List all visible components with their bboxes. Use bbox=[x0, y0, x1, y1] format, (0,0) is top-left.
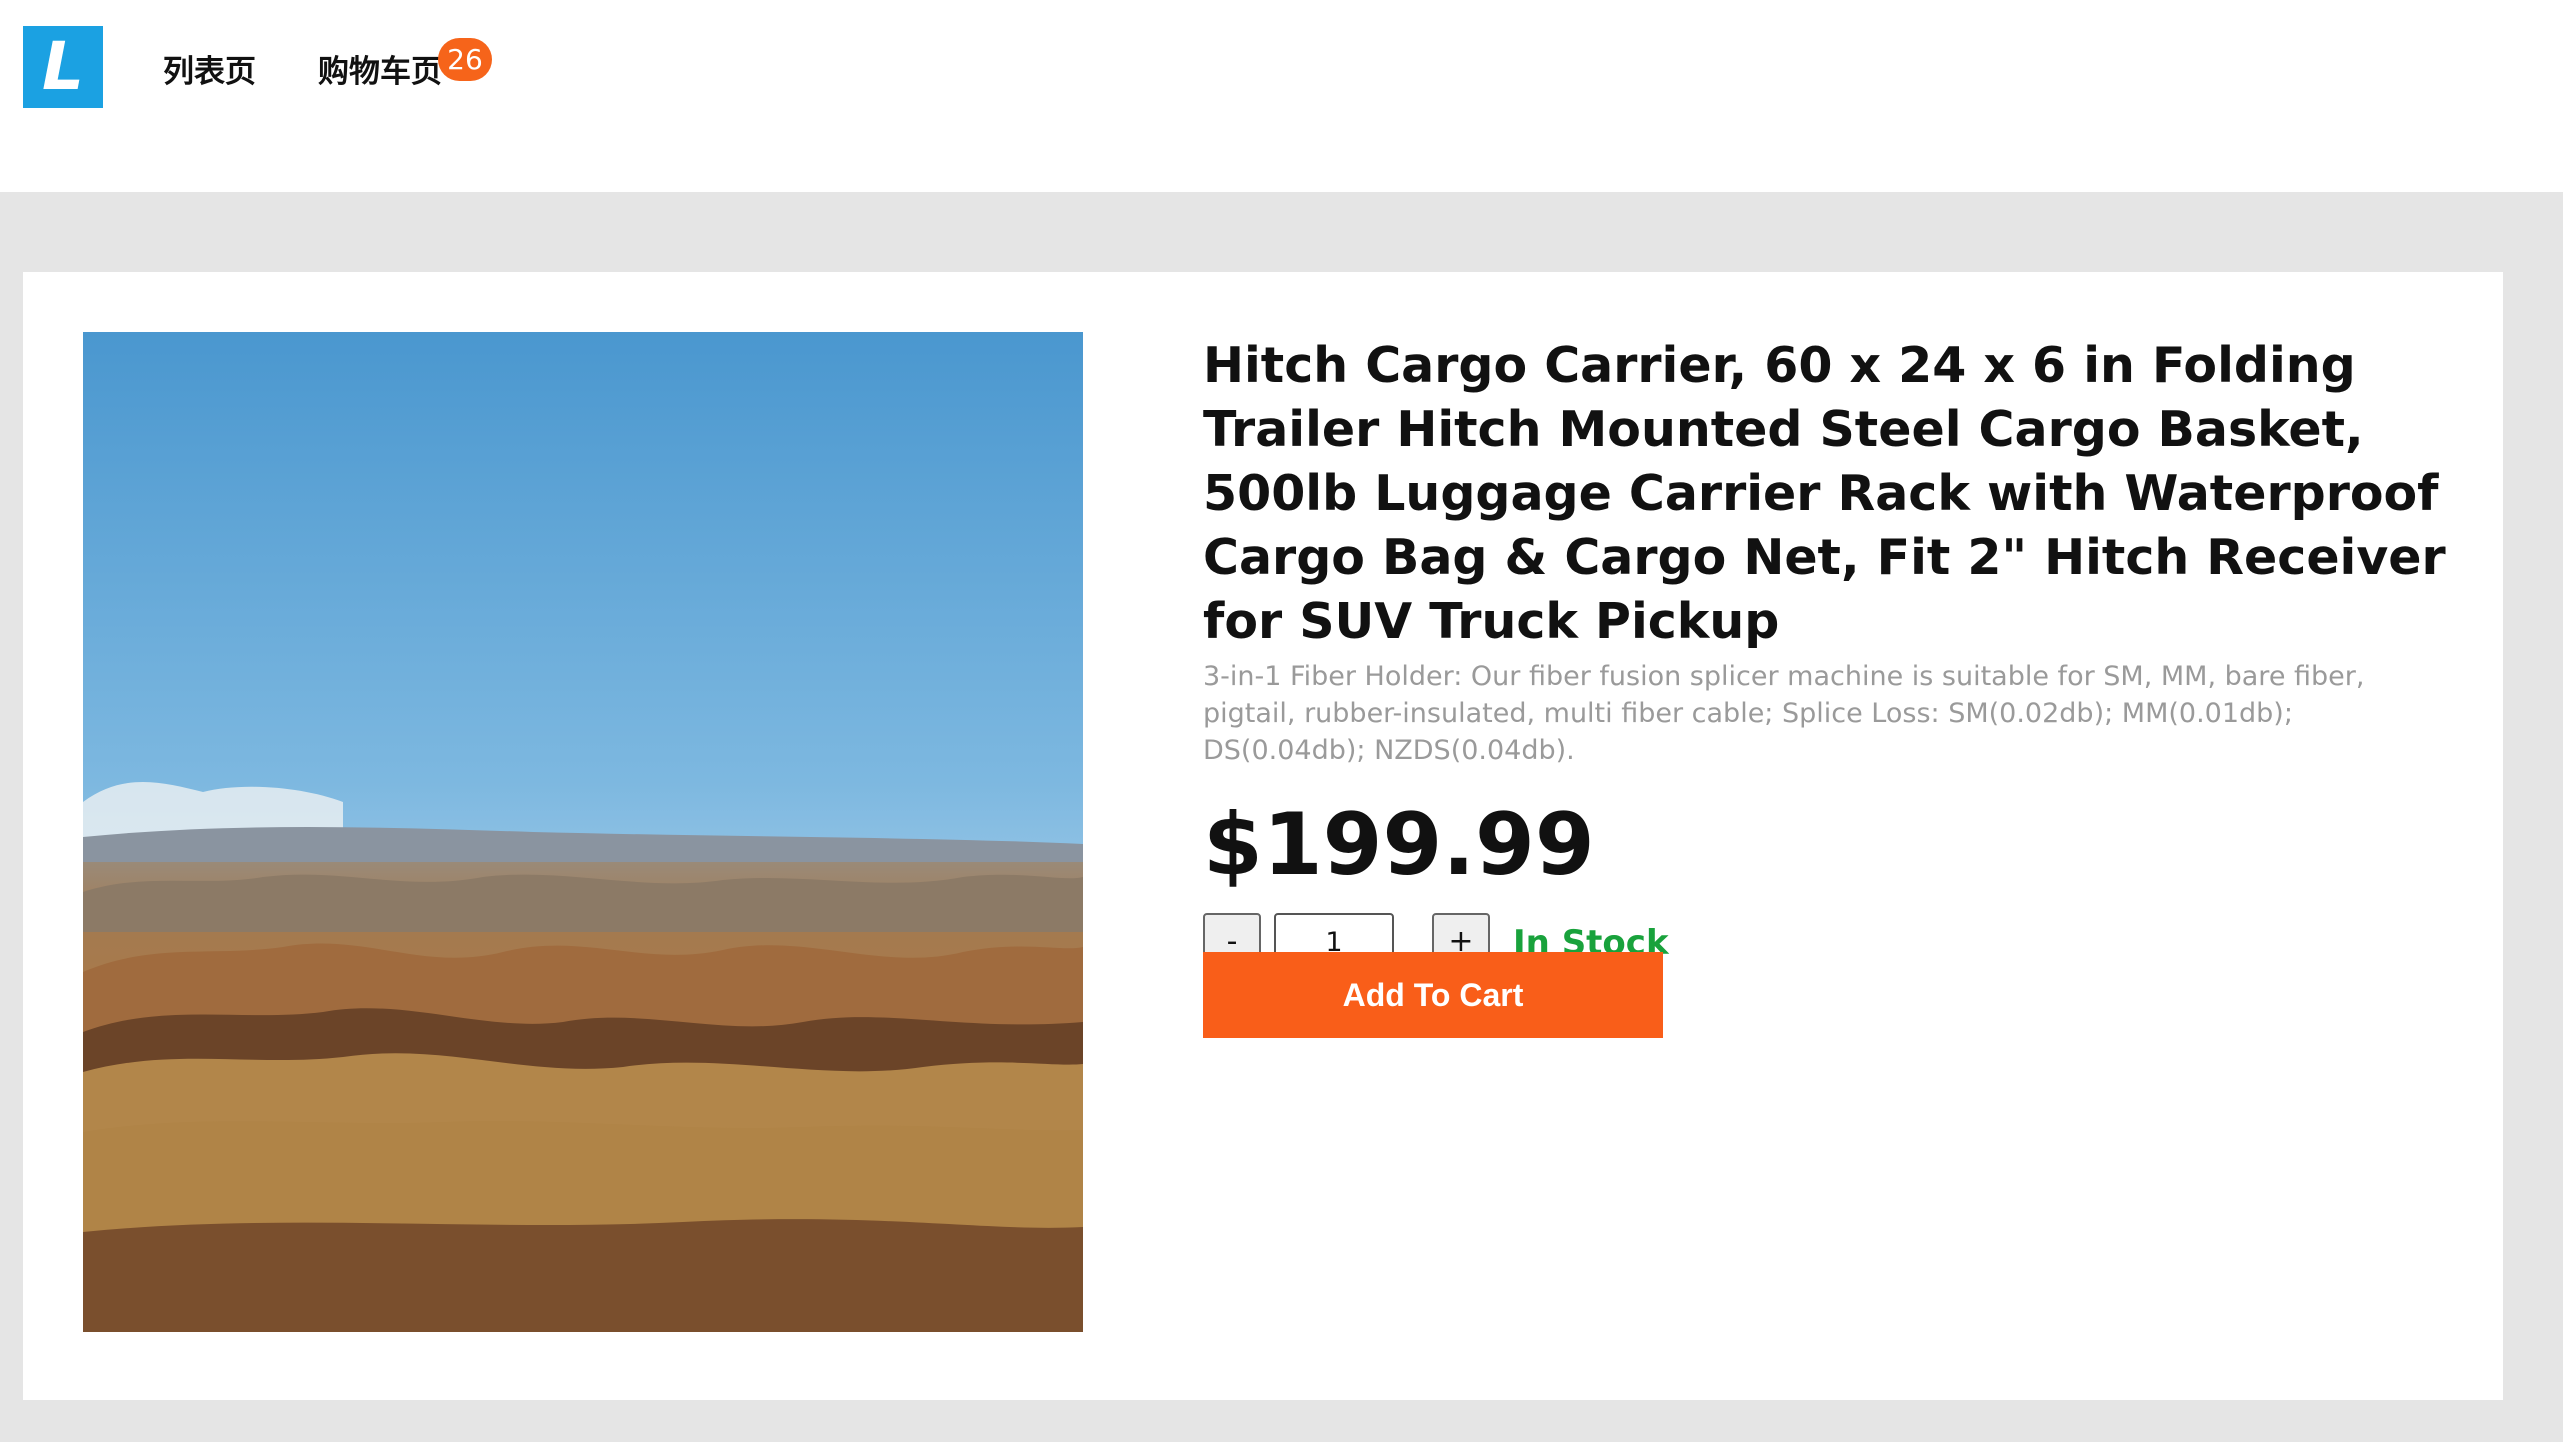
logo[interactable]: L bbox=[23, 26, 103, 108]
nav-cart-page-link[interactable]: 购物车页 bbox=[318, 52, 442, 92]
product-title: Hitch Cargo Carrier, 60 x 24 x 6 in Fold… bbox=[1203, 337, 2446, 650]
product-description: 3-in-1 Fiber Holder: Our fiber fusion sp… bbox=[1203, 661, 2365, 766]
product-price: $199.99 bbox=[1203, 795, 1595, 895]
cart-count-badge: 26 bbox=[438, 38, 492, 81]
top-header: L 列表页 购物车页 26 bbox=[0, 0, 2563, 192]
product-card: Hitch Cargo Carrier, 60 x 24 x 6 in Fold… bbox=[23, 272, 2503, 1400]
nav-list-page-link[interactable]: 列表页 bbox=[163, 52, 256, 92]
add-to-cart-button[interactable]: Add To Cart bbox=[1203, 952, 1663, 1038]
landscape-photo bbox=[83, 332, 1083, 1332]
product-image bbox=[83, 332, 1083, 1332]
product-info: Hitch Cargo Carrier, 60 x 24 x 6 in Fold… bbox=[1203, 334, 2463, 973]
